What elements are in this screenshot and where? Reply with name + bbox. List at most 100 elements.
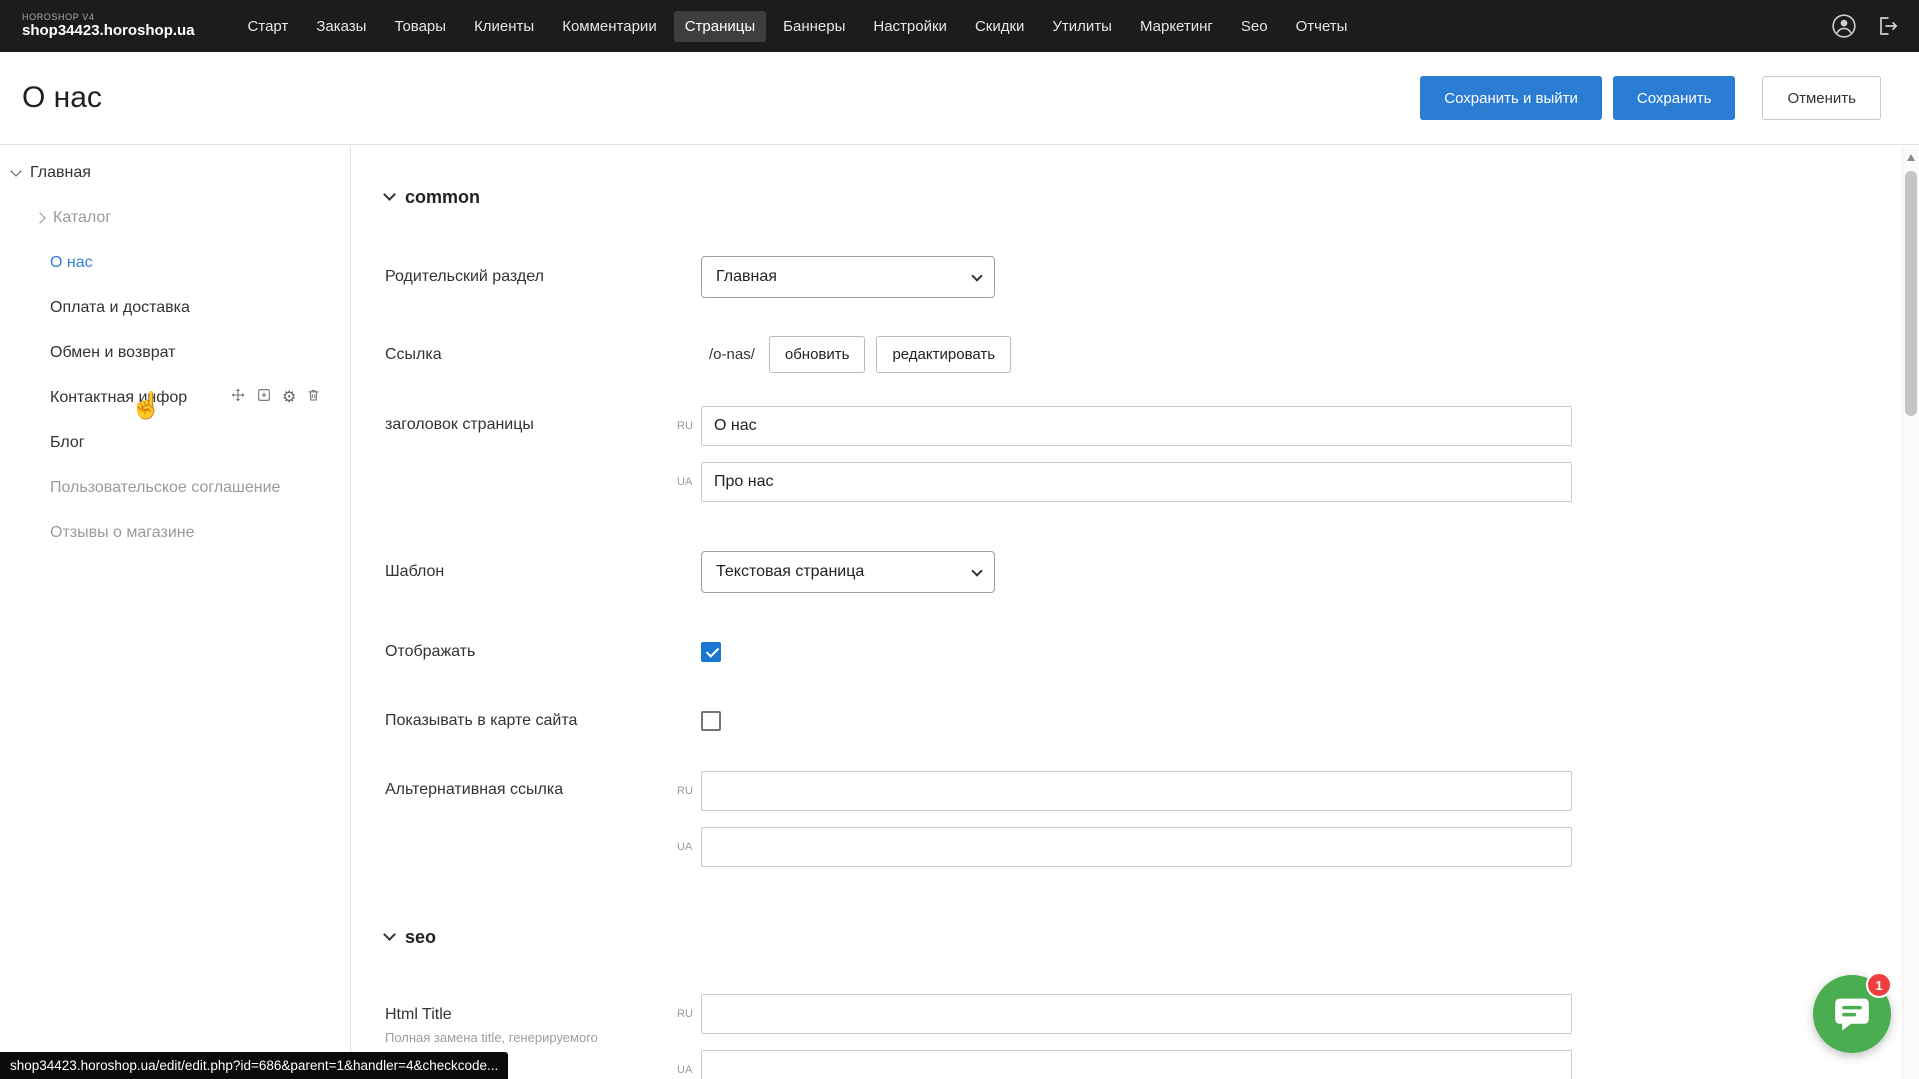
- tree-item-hover-actions: ⚙: [230, 387, 321, 408]
- form-row-display: Отображать: [385, 631, 1919, 673]
- caret-down-icon[interactable]: [10, 165, 21, 176]
- vertical-scrollbar[interactable]: [1902, 146, 1919, 1079]
- html-title-ru-input[interactable]: [701, 994, 1572, 1034]
- form-row-page-title: заголовок страницы RU UA: [385, 406, 1919, 502]
- sidebar-item-label: Контактная инфор: [50, 389, 230, 407]
- form-row-html-title: Html Title Полная замена title, генериру…: [385, 994, 1919, 1079]
- lang-ua-badge: UA: [677, 1064, 701, 1076]
- nav-item-start[interactable]: Старт: [237, 11, 300, 42]
- sidebar-item-obmen-i-vozvrat[interactable]: Обмен и возврат: [0, 330, 350, 375]
- page-title: О нас: [22, 81, 102, 115]
- chat-widget-button[interactable]: 1: [1813, 975, 1891, 1053]
- nav-item-pages[interactable]: Страницы: [674, 11, 766, 42]
- lang-ua-badge: UA: [677, 841, 701, 853]
- sitemap-checkbox[interactable]: [701, 711, 721, 731]
- template-select[interactable]: Текстовая страница: [701, 551, 995, 593]
- sidebar-item-label: Пользовательское соглашение: [50, 479, 280, 497]
- edit-link-button[interactable]: редактировать: [876, 336, 1011, 373]
- html-title-ua-input[interactable]: [701, 1050, 1572, 1079]
- logout-icon[interactable]: [1875, 14, 1899, 38]
- page-header: О нас Сохранить и выйти Сохранить Отмени…: [0, 52, 1919, 145]
- sidebar-item-oplata-i-dostavka[interactable]: Оплата и доставка: [0, 285, 350, 330]
- sidebar-item-katalog[interactable]: Каталог: [0, 195, 350, 240]
- sidebar-item-o-nas[interactable]: О нас: [0, 240, 350, 285]
- sidebar-item-otzyvy-o-magazine[interactable]: Отзывы о магазине: [0, 510, 350, 555]
- sidebar-item-glavnaya[interactable]: Главная: [0, 150, 350, 195]
- page-title-ua-input[interactable]: [701, 462, 1572, 502]
- html-title-ua-field: UA: [677, 1050, 1572, 1079]
- sidebar-item-label: Отзывы о магазине: [50, 524, 195, 542]
- scroll-up-arrow[interactable]: [1907, 154, 1915, 161]
- gear-icon[interactable]: ⚙: [282, 390, 296, 406]
- lang-ua-badge: UA: [677, 476, 701, 488]
- page-title-ru-field: RU: [677, 406, 1572, 446]
- section-common-title: common: [405, 187, 480, 208]
- chat-bubble-icon: [1831, 993, 1873, 1035]
- parent-section-label: Родительский раздел: [385, 268, 677, 286]
- alt-link-ru-input[interactable]: [701, 771, 1572, 811]
- save-button[interactable]: Сохранить: [1613, 76, 1736, 120]
- html-title-ru-field: RU: [677, 994, 1572, 1034]
- chevron-down-icon: [971, 270, 982, 281]
- template-select-value: Текстовая страница: [716, 563, 864, 581]
- caret-right-icon[interactable]: [34, 212, 45, 223]
- section-seo-header[interactable]: seo: [385, 926, 1919, 948]
- nav-item-settings[interactable]: Настройки: [862, 11, 958, 42]
- page-title-label: заголовок страницы: [385, 406, 677, 434]
- form-row-template: Шаблон Текстовая страница: [385, 551, 1919, 593]
- page-title-ru-input[interactable]: [701, 406, 1572, 446]
- chevron-down-icon: [383, 188, 396, 201]
- save-and-exit-button[interactable]: Сохранить и выйти: [1420, 76, 1602, 120]
- link-status-tooltip: shop34423.horoshop.ua/edit/edit.php?id=6…: [0, 1052, 508, 1079]
- display-checkbox[interactable]: [701, 642, 721, 662]
- html-title-label-block: Html Title Полная замена title, генериру…: [385, 994, 677, 1046]
- sitemap-label: Показывать в карте сайта: [385, 712, 677, 730]
- lang-ru-badge: RU: [677, 420, 701, 432]
- sidebar-root-label: Главная: [30, 164, 91, 182]
- nav-item-orders[interactable]: Заказы: [305, 11, 377, 42]
- top-navigation-bar: HOROSHOP V4 shop34423.horoshop.ua Старт …: [0, 0, 1919, 52]
- html-title-hint: Полная замена title, генерируемого: [385, 1030, 655, 1046]
- scrollbar-thumb[interactable]: [1905, 171, 1917, 416]
- sidebar-item-blog[interactable]: Блог: [0, 420, 350, 465]
- form-row-sitemap: Показывать в карте сайта: [385, 700, 1919, 742]
- nav-item-products[interactable]: Товары: [383, 11, 457, 42]
- nav-item-reports[interactable]: Отчеты: [1285, 11, 1359, 42]
- link-label: Ссылка: [385, 346, 677, 364]
- alt-link-label: Альтернативная ссылка: [385, 771, 677, 799]
- template-label: Шаблон: [385, 563, 677, 581]
- page-edit-form: common Родительский раздел Главная Ссылк…: [351, 146, 1919, 1079]
- section-common-header[interactable]: common: [385, 186, 1919, 208]
- move-icon[interactable]: [230, 387, 246, 408]
- nav-item-banners[interactable]: Баннеры: [772, 11, 856, 42]
- alt-link-ua-input[interactable]: [701, 827, 1572, 867]
- nav-item-marketing[interactable]: Маркетинг: [1129, 11, 1224, 42]
- chevron-down-icon: [383, 928, 396, 941]
- nav-item-utilities[interactable]: Утилиты: [1041, 11, 1123, 42]
- html-title-label: Html Title: [385, 1006, 677, 1024]
- html-title-fields: RU UA: [677, 994, 1572, 1079]
- refresh-link-button[interactable]: обновить: [769, 336, 866, 373]
- sidebar-item-kontaktnaya-informaciya[interactable]: Контактная инфор ⚙: [0, 375, 350, 420]
- page-title-fields: RU UA: [677, 406, 1572, 502]
- sidebar-item-polzovatelskoe-soglashenie[interactable]: Пользовательское соглашение: [0, 465, 350, 510]
- section-seo-title: seo: [405, 927, 436, 948]
- cancel-button[interactable]: Отменить: [1762, 76, 1881, 120]
- lang-ru-badge: RU: [677, 1008, 701, 1020]
- status-url-text: shop34423.horoshop.ua/edit/edit.php?id=6…: [10, 1058, 498, 1073]
- nav-item-seo[interactable]: Seo: [1230, 11, 1279, 42]
- parent-section-select-value: Главная: [716, 268, 777, 286]
- user-account-icon[interactable]: [1831, 13, 1857, 39]
- alt-link-ua-field: UA: [677, 827, 1572, 867]
- sidebar-item-label: Блог: [50, 434, 85, 452]
- nav-right-icons: [1831, 13, 1899, 39]
- delete-icon[interactable]: [306, 387, 321, 408]
- brand-logo[interactable]: HOROSHOP V4 shop34423.horoshop.ua: [22, 13, 195, 39]
- nav-item-clients[interactable]: Клиенты: [463, 11, 545, 42]
- add-page-icon[interactable]: [256, 387, 272, 408]
- alt-link-fields: RU UA: [677, 771, 1572, 867]
- alt-link-ru-field: RU: [677, 771, 1572, 811]
- nav-item-comments[interactable]: Комментарии: [551, 11, 667, 42]
- parent-section-select[interactable]: Главная: [701, 256, 995, 298]
- nav-item-discounts[interactable]: Скидки: [964, 11, 1035, 42]
